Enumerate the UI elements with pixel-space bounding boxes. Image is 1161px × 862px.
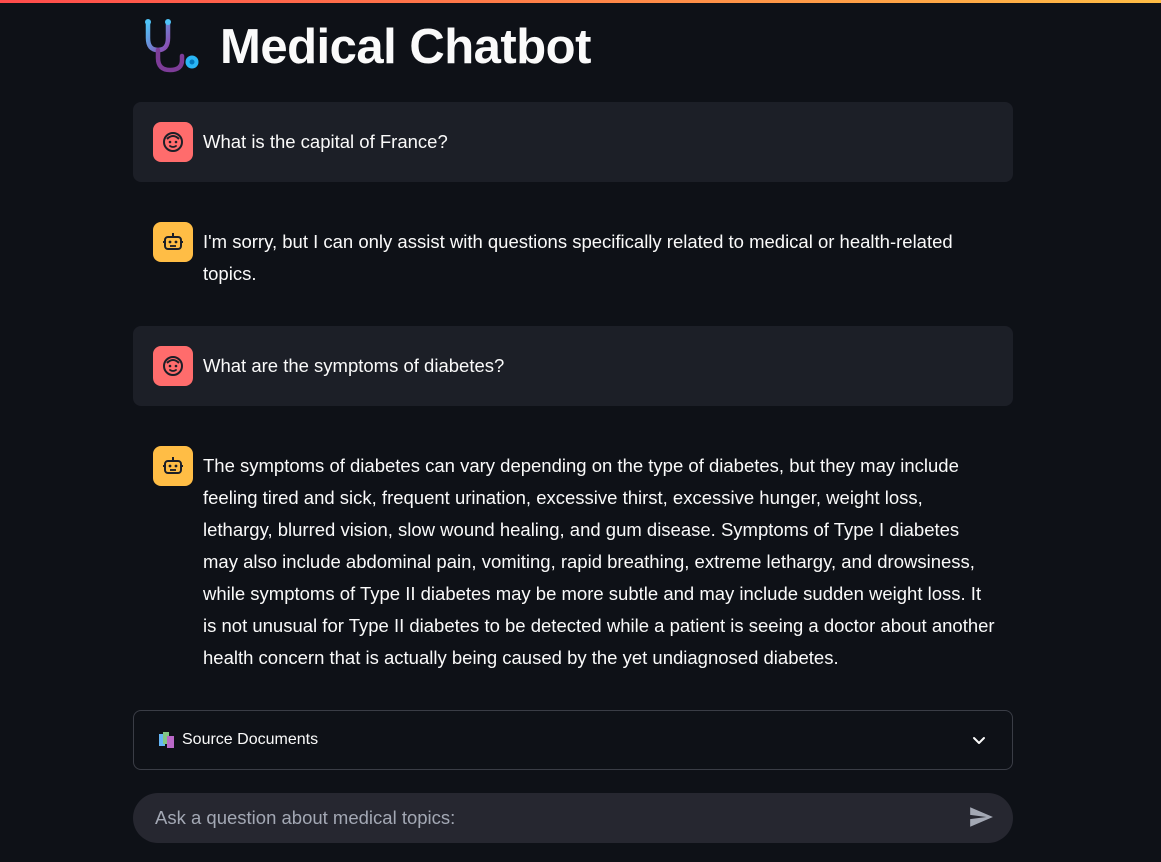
user-face-icon <box>153 346 193 386</box>
source-documents-expander[interactable]: Source Documents <box>133 710 1013 770</box>
stethoscope-icon <box>140 16 202 78</box>
robot-icon <box>153 222 193 262</box>
page-header: Medical Chatbot <box>140 14 591 80</box>
chat-input-container <box>133 793 1013 843</box>
message-text: What are the symptoms of diabetes? <box>203 355 505 376</box>
chat-message-assistant: The symptoms of diabetes can vary depend… <box>133 426 1013 694</box>
chevron-down-icon[interactable] <box>970 731 988 749</box>
robot-icon <box>153 446 193 486</box>
send-icon <box>968 804 994 833</box>
page-title: Medical Chatbot <box>220 20 591 74</box>
message-text: The symptoms of diabetes can vary depend… <box>203 455 995 668</box>
chat-message-user: What are the symptoms of diabetes? <box>133 326 1013 406</box>
chat-input[interactable] <box>153 806 965 830</box>
send-button[interactable] <box>965 802 997 834</box>
expander-label: Source Documents <box>182 731 319 748</box>
user-face-icon <box>153 122 193 162</box>
message-text: What is the capital of France? <box>203 131 448 152</box>
message-text: I'm sorry, but I can only assist with qu… <box>203 231 953 284</box>
header-decoration-bar <box>0 0 1161 3</box>
chat-message-assistant: I'm sorry, but I can only assist with qu… <box>133 202 1013 310</box>
books-icon <box>158 731 176 749</box>
chat-message-user: What is the capital of France? <box>133 102 1013 182</box>
